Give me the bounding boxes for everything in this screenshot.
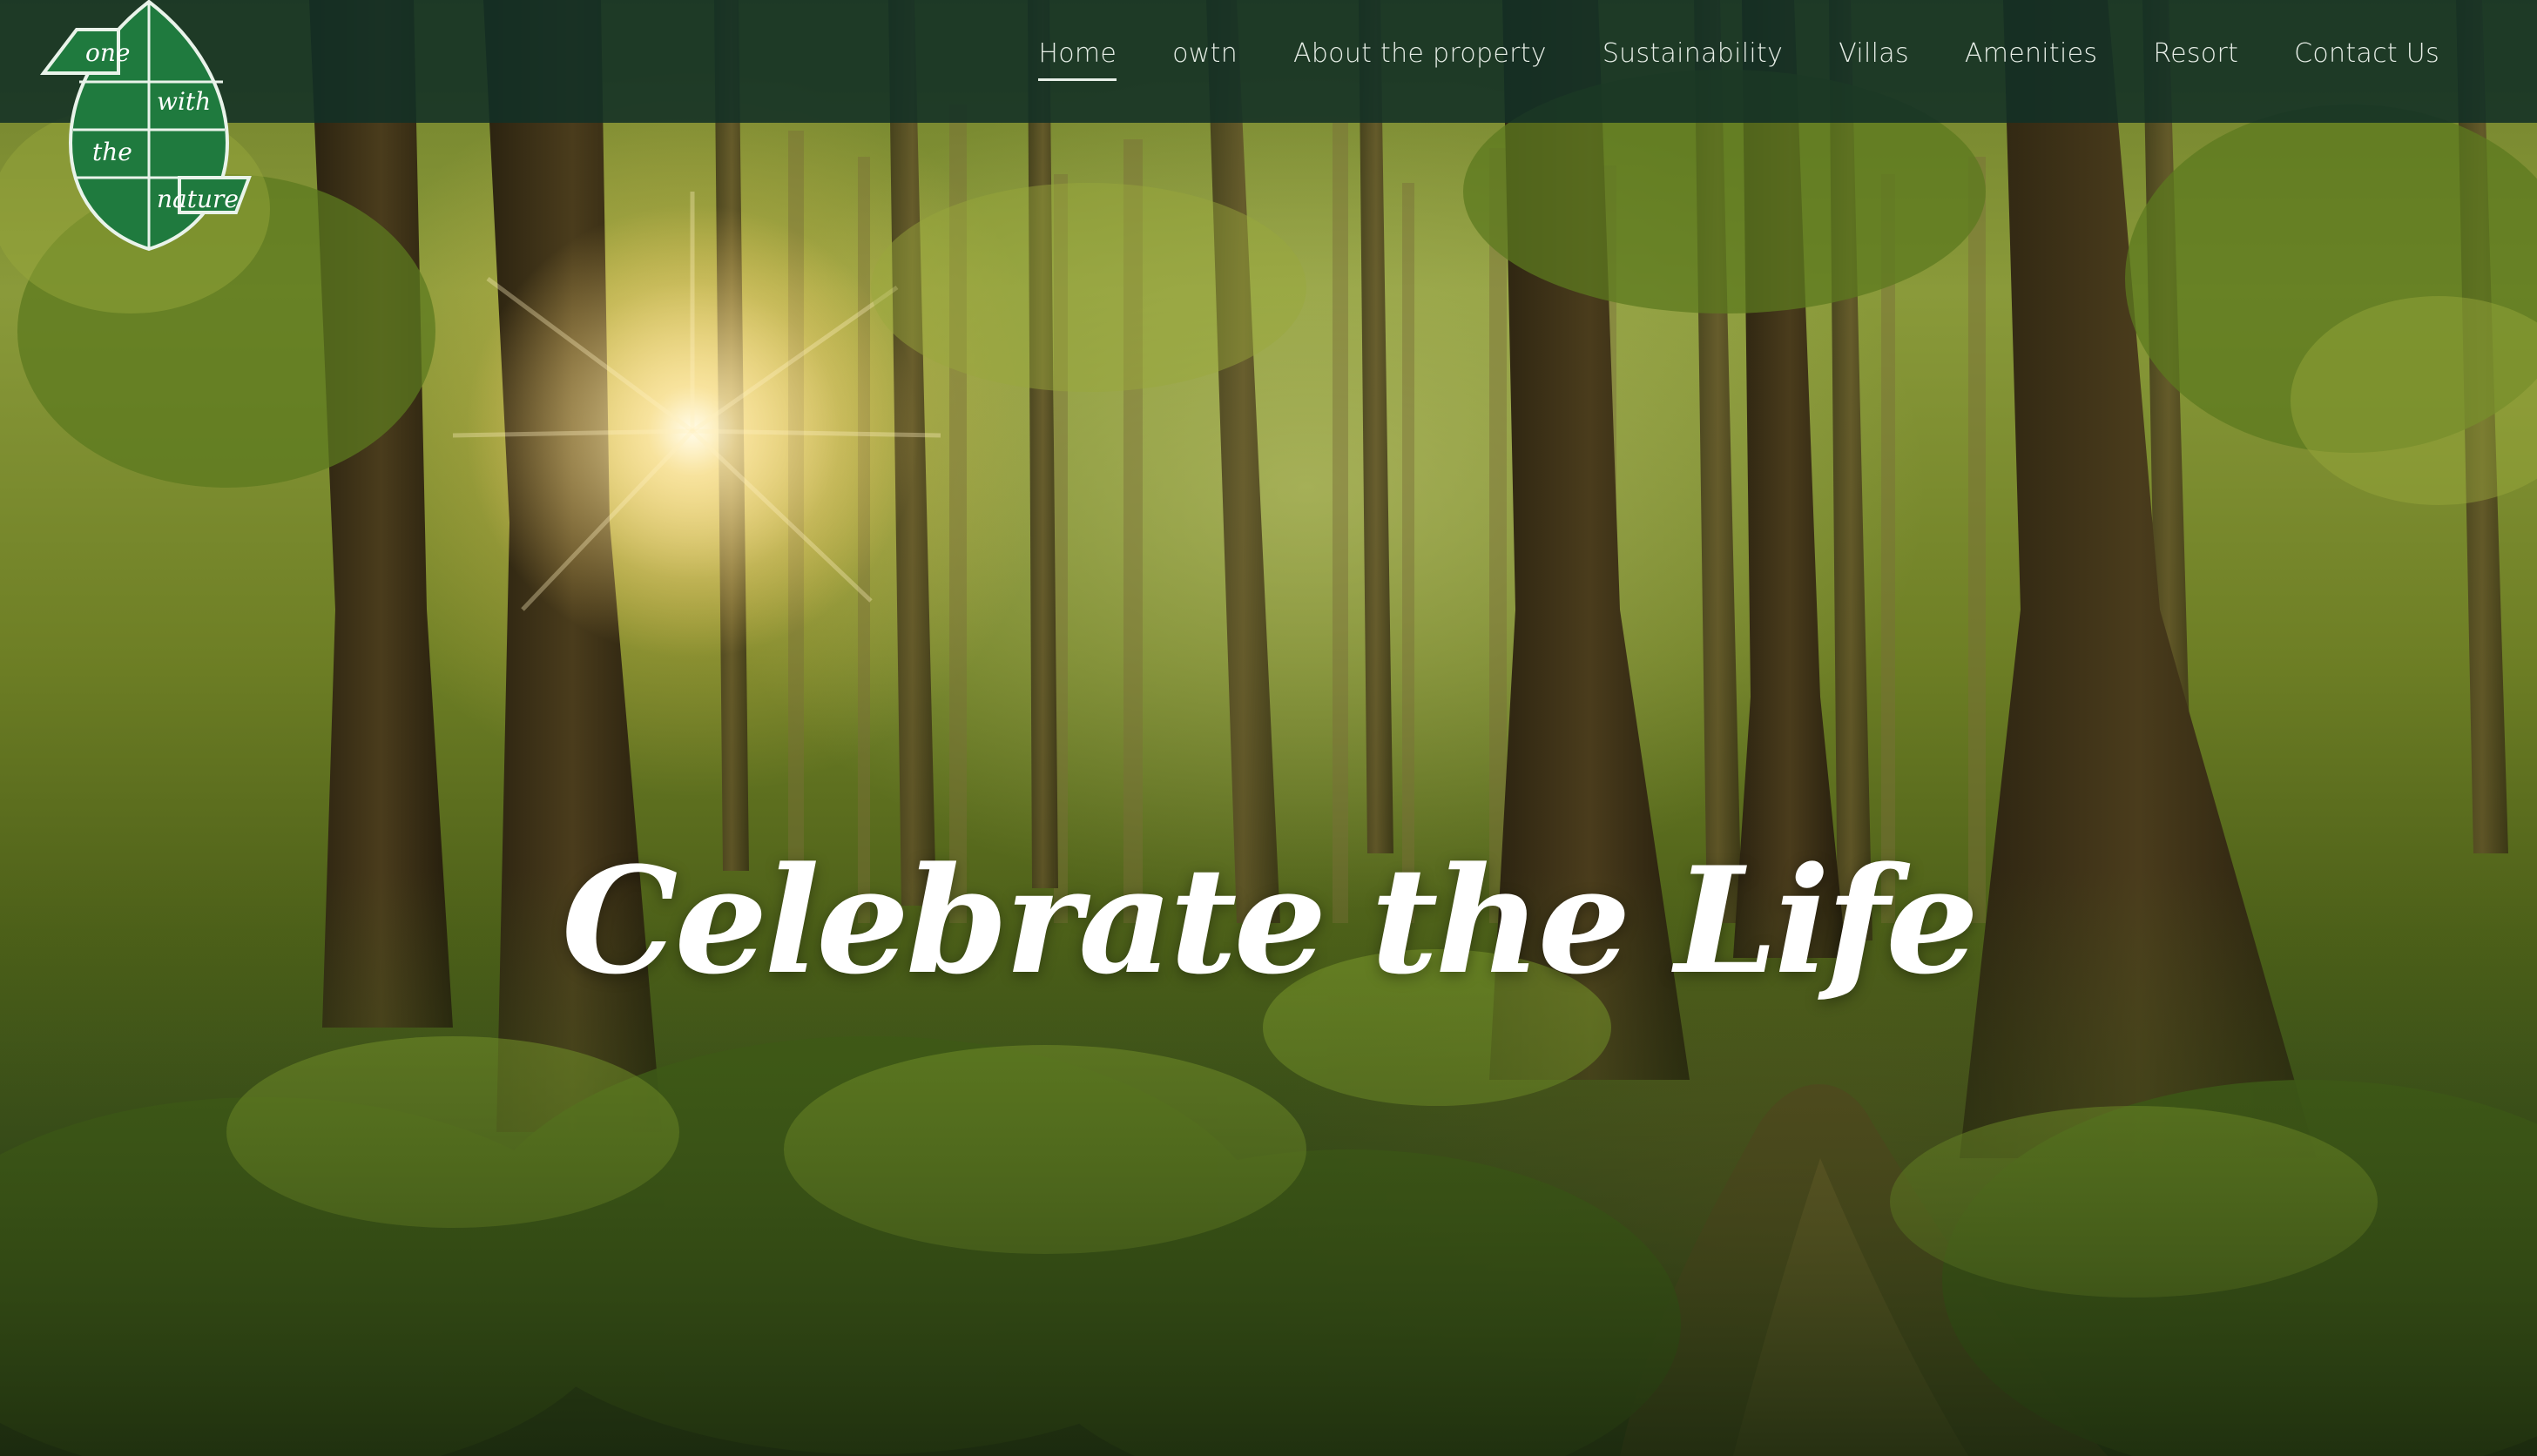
page: Home owtn About the property Sustainabil… xyxy=(0,0,2537,1456)
nav-item-amenities[interactable]: Amenities xyxy=(1965,38,2097,69)
nav-item-sustainability[interactable]: Sustainability xyxy=(1602,38,1783,69)
nav-item-about-the-property[interactable]: About the property xyxy=(1293,38,1547,69)
hero-headline: Celebrate the Life xyxy=(561,833,1979,1007)
nav-item-owtn[interactable]: owtn xyxy=(1172,38,1238,69)
logo-word-nature: nature xyxy=(157,185,239,213)
nav-item-villas[interactable]: Villas xyxy=(1839,38,1909,69)
leaf-logo-icon: one with the nature xyxy=(39,0,252,252)
logo-word-the: the xyxy=(92,138,132,166)
logo-word-one: one xyxy=(85,38,130,67)
logo-word-with: with xyxy=(157,87,211,116)
nav-item-resort[interactable]: Resort xyxy=(2153,38,2238,69)
top-navbar: Home owtn About the property Sustainabil… xyxy=(0,0,2537,123)
nav-item-contact-us[interactable]: Contact Us xyxy=(2294,38,2439,69)
hero-forest-background xyxy=(0,0,2537,1456)
main-nav: Home owtn About the property Sustainabil… xyxy=(982,0,2439,107)
site-logo[interactable]: one with the nature xyxy=(39,0,258,260)
forest-illustration xyxy=(0,0,2537,1456)
nav-item-home[interactable]: Home xyxy=(1038,38,1117,81)
